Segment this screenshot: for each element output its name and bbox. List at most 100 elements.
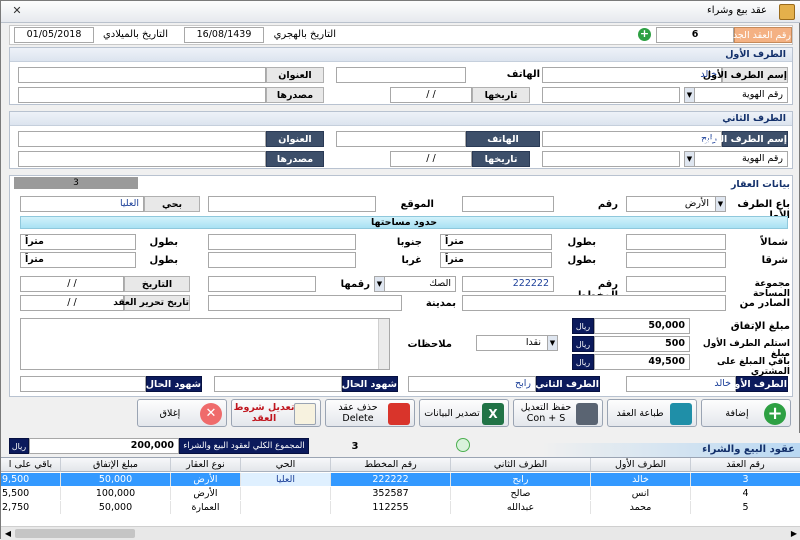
column-header[interactable]: نوع العقار [171, 458, 241, 472]
issued-from-field[interactable] [462, 295, 726, 311]
save-shortcut: Con + S [526, 413, 566, 424]
witness1-label: شهود الحال 1 [332, 376, 398, 392]
party2-address-label: العنوان [266, 131, 324, 147]
total-area-field[interactable] [626, 276, 726, 292]
party2-id-date-field[interactable]: / / [390, 151, 472, 167]
contract-window: عقد بيع وشراء ✕ 01/05/2018 التاريخ بالمي… [0, 0, 800, 540]
column-header[interactable]: رقم العقد [691, 458, 800, 472]
remaining-amount-field[interactable]: 49,500 [594, 354, 690, 370]
document-icon [294, 403, 316, 425]
notes-scrollbar[interactable] [378, 319, 389, 369]
party1-source-field[interactable] [18, 87, 266, 103]
chevron-down-icon: ▼ [375, 277, 385, 291]
party2-source-label: مصدرها [266, 151, 324, 167]
party2-name-label: إسم الطرف الثاني [700, 131, 788, 147]
north-length-field[interactable]: متراً [440, 234, 552, 250]
party2-phone-field[interactable] [336, 131, 466, 147]
horizontal-scrollbar[interactable]: ◀ ▶ [1, 526, 800, 540]
west-length-label: بطول [149, 255, 178, 266]
agreed-currency: ريال [572, 318, 594, 334]
column-header[interactable]: باقي على ا [1, 458, 61, 472]
party2-id-number-field[interactable] [542, 151, 680, 167]
east-label: شرقا [761, 255, 788, 266]
close-button[interactable]: ✕ إغلاق [137, 399, 227, 427]
new-contract-label: رقم العقد الجديد [725, 27, 792, 43]
deed-type-select[interactable]: ▼ الصك [374, 276, 456, 292]
witness2-field[interactable] [20, 376, 146, 392]
deed-number-field[interactable] [208, 276, 316, 292]
party2-id-type-select[interactable]: ▼ رقم الهوية [684, 151, 788, 167]
table-row[interactable]: 5 محمد عبدالله 112255 العمارة 50,000 2,7… [1, 501, 800, 514]
remaining-currency: ريال [572, 354, 594, 370]
app-icon [779, 4, 795, 20]
contracts-table: رقم العقد الطرف الأول الطرف الثاني رقم ا… [1, 457, 800, 540]
column-header[interactable]: مبلغ الإتفاق [61, 458, 171, 472]
edit-terms-button[interactable]: تعديل شروط العقد [231, 399, 321, 427]
payment-method-select[interactable]: ▼ نقدا [476, 335, 558, 351]
new-contract-number-field[interactable]: 6 [656, 27, 734, 43]
east-field[interactable] [626, 252, 726, 268]
party1-name-label: إسم الطرف الأول [703, 67, 788, 83]
scroll-left-icon[interactable]: ◀ [1, 527, 15, 540]
delete-button[interactable]: حذف عقد Delete [325, 399, 415, 427]
north-field[interactable] [626, 234, 726, 250]
south-length-field[interactable]: متراً [20, 234, 136, 250]
contract-date-field[interactable]: / / [20, 295, 124, 311]
printer-icon [670, 403, 692, 425]
column-header[interactable]: الحي [241, 458, 331, 472]
sign-party1-field[interactable]: خالد [626, 376, 736, 392]
total-label: المجموع الكلي لعقود البيع والشراء [179, 438, 309, 454]
party1-id-date-field[interactable]: / / [390, 87, 472, 103]
print-button[interactable]: طباعة العقد [607, 399, 697, 427]
witness1-field[interactable] [214, 376, 342, 392]
party2-source-field[interactable] [18, 151, 266, 167]
edit-icon[interactable] [456, 438, 470, 452]
east-length-field[interactable]: متراً [440, 252, 552, 268]
south-field[interactable] [208, 234, 356, 250]
deed-number-label: رقمها [340, 279, 370, 290]
property-number-field[interactable] [462, 196, 554, 212]
party1-name-field[interactable]: خالد [542, 67, 722, 83]
party2-address-field[interactable] [18, 131, 266, 147]
close-icon: ✕ [200, 403, 222, 425]
close-window-button[interactable]: ✕ [5, 3, 29, 19]
received-amount-label: استلم الطرف الأول مبلغ [702, 339, 790, 359]
new-contract-plus-icon[interactable]: + [638, 28, 651, 41]
column-header[interactable]: الطرف الأول [591, 458, 691, 472]
notes-field[interactable] [20, 318, 390, 370]
party1-id-number-field[interactable] [542, 87, 680, 103]
column-header[interactable]: رقم المخطط [331, 458, 451, 472]
hijri-date-field[interactable]: 16/08/1439 [184, 27, 264, 43]
party1-id-type-select[interactable]: ▼ رقم الهوية [684, 87, 788, 103]
party1-phone-field[interactable] [336, 67, 466, 83]
save-button[interactable]: حفظ التعديل Con + S [513, 399, 603, 427]
district-field[interactable]: العليا [20, 196, 144, 212]
sign-party2-field[interactable]: رابح [408, 376, 536, 392]
party2-name-field[interactable]: رابح [542, 131, 722, 147]
party1-address-field[interactable] [18, 67, 266, 83]
sign-party1-label: الطرف الأول [726, 376, 788, 392]
plan-number-field[interactable]: 222222 [462, 276, 554, 292]
district-label: بحي [144, 196, 200, 212]
table-row[interactable]: 4 انس صالح 352587 الأرض 100,000 5,500 [1, 487, 800, 500]
agreed-amount-field[interactable]: 50,000 [594, 318, 690, 334]
west-field[interactable] [208, 252, 356, 268]
sold-item-select[interactable]: ▼ الأرض [626, 196, 726, 212]
delete-label: حذف عقد [338, 402, 378, 413]
table-row[interactable]: 3 خالد رابح 222222 العليا الأرض 50,000 9… [1, 473, 800, 486]
west-length-field[interactable]: متراً [20, 252, 136, 268]
scroll-right-icon[interactable]: ▶ [787, 527, 800, 540]
north-label: شمالاً [760, 237, 788, 248]
location-field[interactable] [208, 196, 376, 212]
hijri-date-label: التاريخ بالهجري [273, 29, 336, 40]
scroll-thumb[interactable] [15, 529, 135, 538]
export-button[interactable]: X تصدير البيانات [419, 399, 509, 427]
column-header[interactable]: الطرف الثاني [451, 458, 591, 472]
deed-date-field[interactable]: / / [20, 276, 124, 292]
add-button[interactable]: + إضافة [701, 399, 791, 427]
chevron-down-icon: ▼ [547, 336, 557, 350]
city-field[interactable] [208, 295, 402, 311]
received-amount-field[interactable]: 500 [594, 336, 690, 352]
gregorian-date-field[interactable]: 01/05/2018 [14, 27, 94, 43]
party1-title: الطرف الأول [10, 48, 792, 62]
